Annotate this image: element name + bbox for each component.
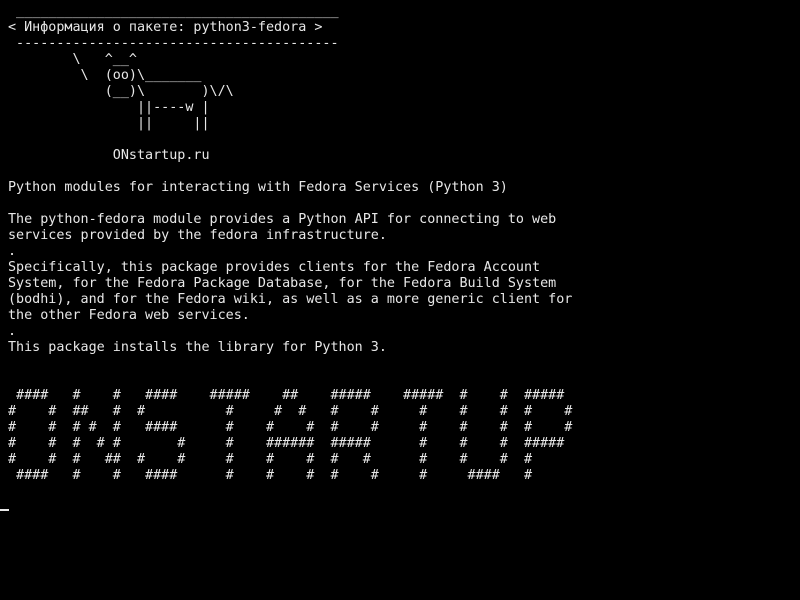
terminal-line: # # # ## # # # # # # # # # # # (8, 452, 533, 467)
terminal-line: System, for the Fedora Package Database,… (8, 276, 557, 291)
terminal-line: # # ## # # # # # # # # # # # # (8, 404, 573, 419)
terminal-line: Python modules for interacting with Fedo… (8, 180, 508, 195)
terminal-line: \ (oo)\_______ (8, 68, 202, 83)
terminal-line: the other Fedora web services. (8, 308, 250, 323)
terminal-line: ---------------------------------------- (8, 36, 339, 51)
terminal-line: . (8, 244, 17, 259)
terminal-line: (__)\ )\/\ (8, 84, 234, 99)
terminal-line: services provided by the fedora infrastr… (8, 228, 387, 243)
terminal-line: This package installs the library for Py… (8, 340, 387, 355)
terminal-line: (bodhi), and for the Fedora wiki, as wel… (8, 292, 573, 307)
terminal-line: || || (8, 116, 210, 131)
terminal-line: ||----w | (8, 100, 210, 115)
terminal-line: # # # # # #### # # # # # # # # # # (8, 420, 573, 435)
terminal-line: \ ^__^ (8, 52, 137, 67)
terminal-line: < Информация о пакете: python3-fedora > (8, 20, 323, 35)
text-cursor (0, 509, 9, 511)
terminal-output: ________________________________________… (8, 4, 800, 484)
terminal-line: Specifically, this package provides clie… (8, 260, 541, 275)
terminal-line: #### # # #### # # # # # # #### # (8, 468, 533, 483)
terminal-line: ONstartup.ru (8, 148, 210, 163)
terminal-line: # # # # # # # ###### ##### # # # ##### (8, 436, 565, 451)
terminal-line: . (8, 324, 17, 339)
terminal-line: The python-fedora module provides a Pyth… (8, 212, 557, 227)
terminal-line: ________________________________________ (8, 4, 339, 19)
terminal-screen[interactable]: ________________________________________… (0, 0, 800, 600)
terminal-line: #### # # #### ##### ## ##### ##### # # #… (8, 388, 565, 403)
